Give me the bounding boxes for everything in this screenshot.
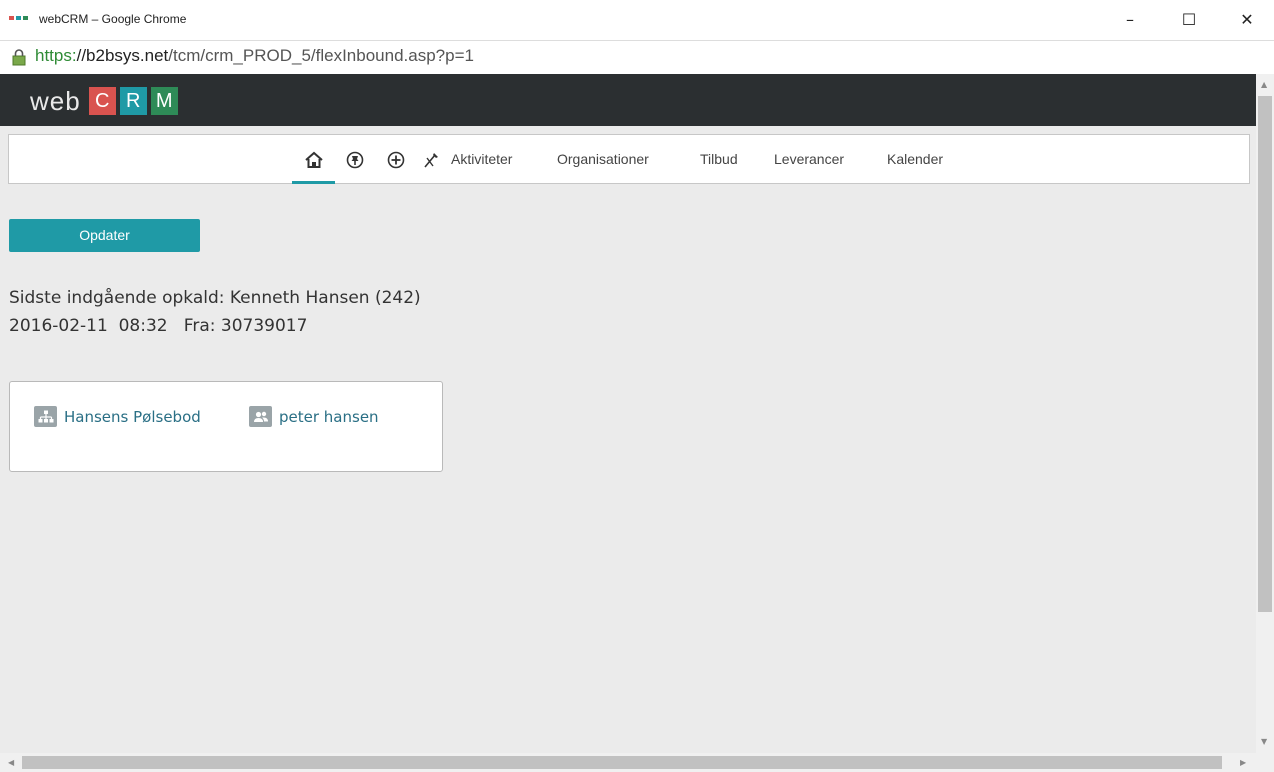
organization-icon	[34, 406, 57, 427]
maximize-icon[interactable]: ☐	[1174, 8, 1204, 32]
scroll-right-icon[interactable]: ▶	[1240, 758, 1246, 768]
call-links-card: Hansens Pølsebod peter hansen	[9, 381, 443, 472]
url-text[interactable]: https://b2bsys.net/tcm/crm_PROD_5/flexIn…	[35, 46, 474, 66]
window-titlebar: webCRM – Google Chrome – ☐ ✕	[0, 0, 1274, 40]
person-link[interactable]: peter hansen	[249, 406, 379, 427]
lock-icon	[12, 49, 26, 66]
nav-item-kalender[interactable]: Kalender	[887, 151, 943, 167]
scroll-down-icon[interactable]: ▼	[1261, 737, 1267, 747]
url-host: //b2bsys.net	[76, 46, 169, 65]
vertical-scroll-thumb[interactable]	[1258, 96, 1272, 612]
scroll-up-icon[interactable]: ▲	[1261, 80, 1267, 90]
refresh-button[interactable]: Opdater	[9, 219, 200, 252]
brand-bar: web C R M	[0, 74, 1256, 126]
organization-link-label: Hansens Pølsebod	[64, 407, 201, 426]
nav-item-aktiviteter[interactable]: Aktiviteter	[451, 151, 512, 167]
minimize-icon[interactable]: –	[1115, 8, 1145, 32]
main-navigation: Aktiviteter Organisationer Tilbud Levera…	[8, 134, 1250, 184]
home-icon[interactable]	[304, 150, 324, 170]
tools-icon[interactable]	[421, 150, 441, 170]
logo-letter-c: C	[88, 87, 116, 115]
last-call-details: 2016-02-11 08:32 Fra: 30739017	[9, 316, 308, 336]
horizontal-scrollbar[interactable]: ◀ ▶	[0, 753, 1256, 772]
last-call-caller: Sidste indgående opkald: Kenneth Hansen …	[9, 288, 421, 308]
vertical-scrollbar[interactable]: ▲ ▼	[1256, 74, 1274, 753]
close-icon[interactable]: ✕	[1232, 8, 1262, 32]
logo-web: web	[30, 86, 81, 116]
scrollbar-corner	[1256, 753, 1274, 772]
nav-item-organisationer[interactable]: Organisationer	[557, 151, 649, 167]
window-title: webCRM – Google Chrome	[39, 12, 187, 26]
scroll-left-icon[interactable]: ◀	[8, 758, 14, 768]
nav-item-tilbud[interactable]: Tilbud	[700, 151, 738, 167]
logo-letter-r: R	[119, 87, 147, 115]
person-link-label: peter hansen	[279, 407, 379, 426]
webcrm-logo[interactable]: web C R M	[30, 86, 182, 116]
logo-letter-m: M	[150, 87, 178, 115]
pin-icon[interactable]	[345, 150, 365, 170]
url-scheme: https:	[35, 46, 77, 65]
horizontal-scroll-thumb[interactable]	[22, 756, 1222, 769]
nav-item-leverancer[interactable]: Leverancer	[774, 151, 844, 167]
url-path: /tcm/crm_PROD_5/flexInbound.asp?p=1	[168, 46, 474, 65]
active-tab-indicator	[292, 181, 335, 184]
organization-link[interactable]: Hansens Pølsebod	[34, 406, 201, 427]
chrome-app-icon	[9, 16, 28, 20]
add-icon[interactable]	[386, 150, 406, 170]
persons-icon	[249, 406, 272, 427]
page-content: web C R M Aktiviteter Organisationer Til…	[0, 74, 1256, 753]
